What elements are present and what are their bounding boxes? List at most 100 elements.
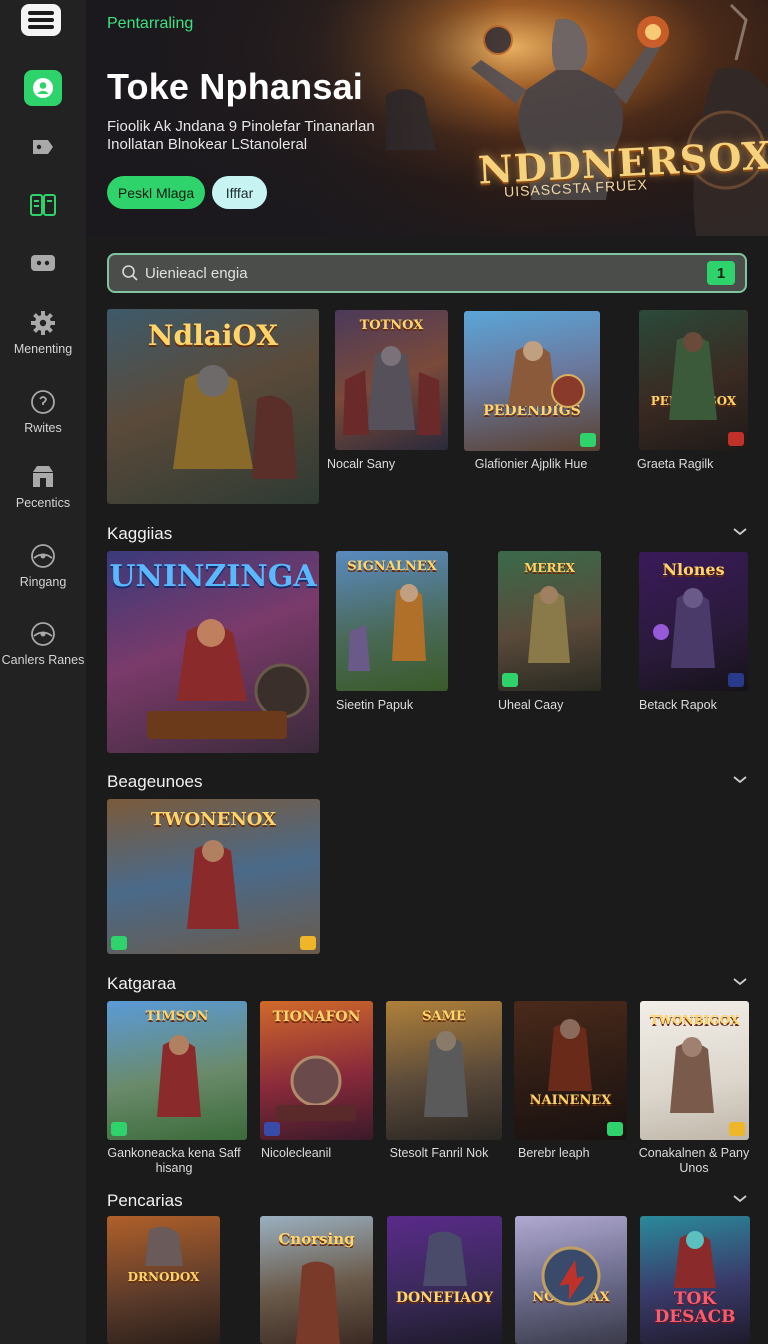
game-tile[interactable]: TWONBIGOX (640, 1001, 749, 1140)
tag-icon (33, 140, 53, 154)
steering-icon (31, 622, 55, 646)
sidebar-item-label: Rwites (24, 421, 62, 435)
tile-caption: Nicolecleanil (261, 1146, 332, 1160)
game-tile[interactable]: DONEFIAOY (387, 1216, 502, 1344)
chevron-down-icon[interactable] (732, 1194, 748, 1204)
tile-artwork (424, 1031, 468, 1117)
tile-artwork (670, 1037, 714, 1113)
sidebar-item-ringang[interactable]: Ringang (0, 543, 86, 589)
game-tile[interactable]: DRNODOX (107, 1216, 220, 1344)
game-tile[interactable]: SAME (386, 1001, 502, 1140)
sidebar-item-canlers-ranes[interactable]: Canlers Ranes (0, 621, 86, 667)
section-title: Pencarias (107, 1191, 183, 1210)
game-tile[interactable]: PEDENDIGS (464, 311, 600, 451)
hero-secondary-button[interactable]: Ifffar (212, 176, 267, 209)
search-icon (122, 265, 138, 281)
sidebar-item-label: Ringang (19, 575, 67, 589)
platform-badge-icon (300, 936, 316, 950)
platform-badge-icon (607, 1122, 623, 1136)
hero-banner: Pentarraling Toke Nphansai Fioolik Ak Jn… (86, 0, 768, 236)
tile-artwork (147, 619, 310, 739)
tile-artwork (276, 1055, 356, 1121)
game-tile[interactable]: TOTNOX (335, 310, 448, 450)
tile-artwork (343, 346, 441, 435)
tile-artwork (508, 341, 585, 408)
platform-badge-icon (580, 433, 596, 447)
tile-caption: Graeta Ragilk (637, 457, 714, 471)
user-icon (33, 78, 53, 98)
sidebar: Menenting Rwites Pecentics Ringang Canle… (0, 0, 86, 1344)
game-tile[interactable]: TIMSON (107, 1001, 247, 1140)
search-badge[interactable]: 1 (707, 261, 735, 285)
tile-caption: Stesolt Fanril Nok (389, 1146, 489, 1160)
game-tile[interactable]: SIGNALNEX (336, 551, 448, 691)
tile-artwork (173, 365, 297, 479)
game-tile[interactable]: NdlaiOX (107, 309, 319, 504)
steering-icon (31, 544, 55, 568)
section-title: Beageunoes (107, 772, 203, 791)
tile-caption: Gankoneacka kena Saff hisang (107, 1146, 241, 1175)
tile-artwork (157, 1035, 201, 1117)
tile-artwork (145, 1226, 183, 1266)
search-bar: 1 (107, 253, 747, 293)
sidebar-item-label: Pecentics (15, 496, 71, 510)
game-tile[interactable]: TIONAFON (260, 1001, 373, 1140)
game-tile[interactable]: NOKONAX (515, 1216, 627, 1344)
game-tile[interactable]: UNINZINGA (107, 551, 319, 753)
chevron-down-icon[interactable] (732, 527, 748, 537)
hero-primary-button[interactable]: Peskl Mlaga (107, 176, 205, 209)
sidebar-item-rwites[interactable]: Rwites (0, 389, 86, 435)
tile-artwork (669, 332, 717, 420)
sidebar-item-label: Menenting (13, 342, 73, 356)
hero-title: Toke Nphansai (107, 66, 363, 107)
gear-icon (31, 311, 55, 335)
sidebar-item-library[interactable] (0, 193, 86, 217)
sidebar-item-label: Canlers Ranes (1, 653, 85, 667)
tile-caption: Betack Rapok (639, 698, 717, 712)
sidebar-item-tags[interactable] (0, 136, 86, 160)
book-icon (30, 194, 56, 216)
sidebar-item-games[interactable] (0, 252, 86, 274)
tile-artwork (423, 1231, 467, 1286)
chevron-down-icon[interactable] (732, 775, 748, 785)
tile-artwork (528, 586, 570, 663)
game-tile[interactable]: Cnorsing (260, 1216, 373, 1344)
tile-caption: Uheal Caay (498, 698, 564, 712)
game-tile[interactable]: MEREX (498, 551, 601, 691)
platform-badge-icon (729, 1122, 745, 1136)
sidebar-item-settings[interactable]: Menenting (0, 310, 86, 356)
sidebar-item-pecentics[interactable]: Pecentics (0, 464, 86, 510)
tile-artwork (348, 584, 426, 671)
tile-caption: Conakalnen & Pany Unos (638, 1146, 750, 1175)
tile-caption: Nocalr Sany (327, 457, 396, 471)
sidebar-item-profile[interactable] (0, 70, 86, 106)
search-input[interactable] (145, 261, 705, 285)
tile-caption: Sieetin Papuk (336, 698, 414, 712)
tile-artwork (296, 1261, 340, 1344)
tile-artwork (187, 840, 239, 929)
tile-artwork (541, 1246, 601, 1306)
tile-artwork (674, 1231, 716, 1288)
section-title: Kaggiias (107, 524, 173, 543)
hero-subtitle: Fioolik Ak Jndana 9 Pinolefar Tinanarlan… (107, 118, 375, 153)
menu-icon[interactable] (21, 4, 61, 36)
tile-caption: Berebr leaph (518, 1146, 590, 1160)
game-tile[interactable]: PEDNEFSOX (639, 310, 748, 450)
chevron-down-icon[interactable] (732, 977, 748, 987)
platform-badge-icon (264, 1122, 280, 1136)
section-title: Katgaraa (107, 974, 176, 993)
game-tile[interactable]: NAINENEX (514, 1001, 627, 1140)
game-tile[interactable]: Nlones (639, 552, 748, 691)
store-icon (33, 466, 53, 487)
tile-caption: Glafionier Ajplik Hue (474, 457, 588, 471)
tile-artwork (548, 1019, 592, 1091)
platform-badge-icon (111, 1122, 127, 1136)
gamepad-icon (31, 255, 55, 271)
help-circle-icon (31, 390, 55, 414)
game-tile[interactable]: TOK DESACB (640, 1216, 750, 1344)
platform-badge-icon (728, 432, 744, 446)
platform-badge-icon (111, 936, 127, 950)
tile-artwork (653, 588, 715, 668)
hero-eyebrow: Pentarraling (107, 15, 194, 32)
game-tile[interactable]: TWONENOX (107, 799, 320, 954)
